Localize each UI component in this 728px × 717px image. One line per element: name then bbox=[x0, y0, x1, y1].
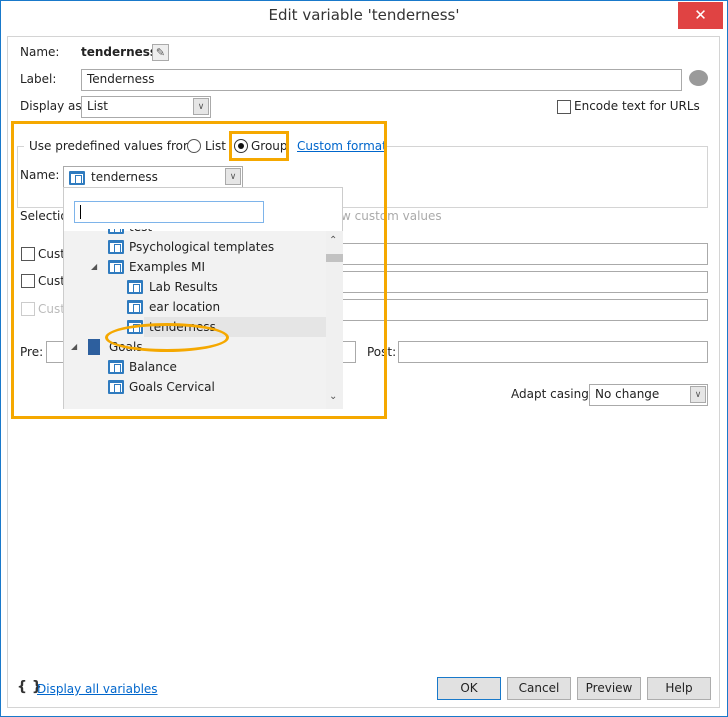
edit-name-button[interactable]: ✎ bbox=[152, 44, 169, 61]
chevron-down-icon: ∨ bbox=[690, 386, 706, 403]
display-as-label: Display as: bbox=[20, 99, 86, 113]
display-as-select[interactable]: List ∨ bbox=[81, 96, 211, 118]
label-label: Label: bbox=[20, 72, 57, 86]
adapt-casing-value: No change bbox=[595, 387, 660, 401]
preview-button[interactable]: Preview bbox=[577, 677, 641, 700]
ok-button[interactable]: OK bbox=[437, 677, 501, 700]
name-value: tenderness bbox=[81, 45, 158, 59]
window-title: Edit variable 'tenderness' bbox=[268, 6, 460, 24]
help-button[interactable]: Help bbox=[647, 677, 711, 700]
display-as-value: List bbox=[87, 99, 108, 113]
cancel-button[interactable]: Cancel bbox=[507, 677, 571, 700]
encode-checkbox[interactable] bbox=[557, 100, 571, 114]
display-all-variables-link[interactable]: Display all variables bbox=[37, 682, 158, 696]
comment-bubble-icon[interactable] bbox=[689, 70, 708, 86]
chevron-down-icon: ∨ bbox=[193, 98, 209, 115]
close-button[interactable]: ✕ bbox=[678, 2, 723, 29]
adapt-casing-select[interactable]: No change ∨ bbox=[589, 384, 708, 406]
adapt-casing-label: Adapt casing: bbox=[511, 387, 593, 401]
label-input[interactable]: Tenderness bbox=[81, 69, 682, 91]
highlight-box bbox=[11, 121, 387, 419]
name-label: Name: bbox=[20, 45, 60, 59]
encode-label: Encode text for URLs bbox=[574, 99, 700, 113]
pencil-icon: ✎ bbox=[155, 46, 166, 59]
post-input[interactable] bbox=[398, 341, 708, 363]
